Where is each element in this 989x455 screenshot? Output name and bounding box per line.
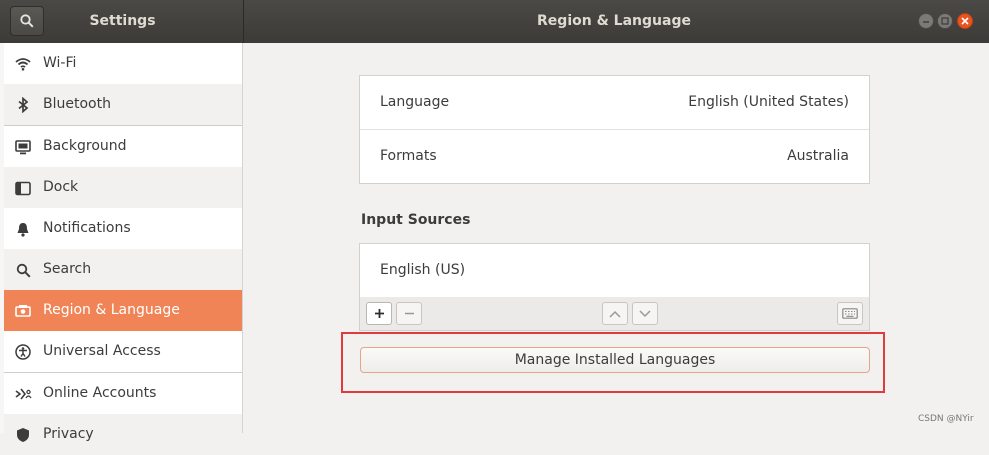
region-settings-card: Language English (United States) Formats…: [359, 75, 870, 184]
language-label: Language: [380, 94, 450, 110]
formats-row[interactable]: Formats Australia: [360, 129, 869, 183]
sidebar-item-label: Universal Access: [43, 343, 161, 359]
maximize-button[interactable]: [937, 13, 953, 29]
bluetooth-icon: [14, 96, 32, 114]
sidebar-item-label: Background: [43, 138, 127, 154]
add-input-source-button[interactable]: [366, 302, 392, 325]
sidebar-item-label: Privacy: [43, 426, 94, 442]
search-icon: [20, 14, 34, 28]
panel-title: Region & Language: [537, 13, 691, 29]
minimize-icon: [923, 21, 929, 23]
input-sources-title: Input Sources: [361, 212, 471, 228]
sidebar-item-region-language[interactable]: Region & Language: [4, 290, 242, 331]
maximize-icon: [941, 17, 949, 25]
input-source-item[interactable]: English (US): [360, 244, 869, 297]
dock-icon: [14, 179, 32, 197]
keyboard-icon: [842, 308, 858, 319]
search-icon: [14, 261, 32, 279]
move-down-button[interactable]: [632, 302, 658, 325]
remove-input-source-button[interactable]: [396, 302, 422, 325]
close-icon: [961, 17, 969, 25]
sidebar-item-background[interactable]: Background: [4, 126, 242, 167]
input-sources-list: English (US): [359, 243, 870, 297]
sidebar-search-button[interactable]: [10, 6, 44, 36]
sidebar-item-label: Online Accounts: [43, 385, 157, 401]
sidebar: Wi-Fi Bluetooth Background Dock Notifica…: [0, 43, 243, 455]
keyboard-layout-button[interactable]: [837, 302, 863, 325]
sidebar-item-notifications[interactable]: Notifications: [4, 208, 242, 249]
input-sources-toolbar: [359, 297, 870, 331]
move-up-button[interactable]: [602, 302, 628, 325]
close-button[interactable]: [957, 13, 973, 29]
sidebar-item-label: Notifications: [43, 220, 131, 236]
background-icon: [14, 138, 32, 156]
formats-value: Australia: [787, 148, 849, 164]
main-panel: Language English (United States) Formats…: [244, 43, 989, 433]
plus-icon: [374, 309, 384, 318]
sidebar-item-universal-access[interactable]: Universal Access: [4, 331, 242, 372]
accessibility-icon: [14, 343, 32, 361]
sidebar-item-search[interactable]: Search: [4, 249, 242, 290]
settings-title: Settings: [89, 13, 156, 29]
sidebar-item-label: Wi-Fi: [43, 55, 77, 71]
sidebar-item-wifi[interactable]: Wi-Fi: [4, 43, 242, 84]
formats-label: Formats: [380, 148, 437, 164]
wifi-icon: [14, 55, 32, 73]
language-value: English (United States): [688, 94, 849, 110]
online-accounts-icon: [14, 385, 32, 403]
minus-icon: [404, 312, 414, 315]
sidebar-item-online-accounts[interactable]: Online Accounts: [4, 373, 242, 414]
title-bar: Settings Region & Language: [0, 0, 989, 43]
minimize-button[interactable]: [918, 13, 934, 29]
bell-icon: [14, 220, 32, 238]
watermark: CSDN @NYir: [918, 414, 974, 424]
region-icon: [14, 302, 32, 320]
language-row[interactable]: Language English (United States): [360, 76, 869, 129]
sidebar-item-label: Dock: [43, 179, 79, 195]
chevron-up-icon: [609, 310, 621, 318]
privacy-icon: [14, 426, 32, 444]
sidebar-item-dock[interactable]: Dock: [4, 167, 242, 208]
input-source-label: English (US): [380, 262, 466, 278]
sidebar-item-privacy[interactable]: Privacy: [4, 414, 242, 455]
sidebar-item-label: Bluetooth: [43, 96, 111, 112]
chevron-down-icon: [639, 309, 651, 317]
highlight-annotation: [341, 332, 885, 393]
sidebar-item-bluetooth[interactable]: Bluetooth: [4, 84, 242, 125]
sidebar-item-label: Region & Language: [43, 302, 180, 318]
sidebar-item-label: Search: [43, 261, 92, 277]
